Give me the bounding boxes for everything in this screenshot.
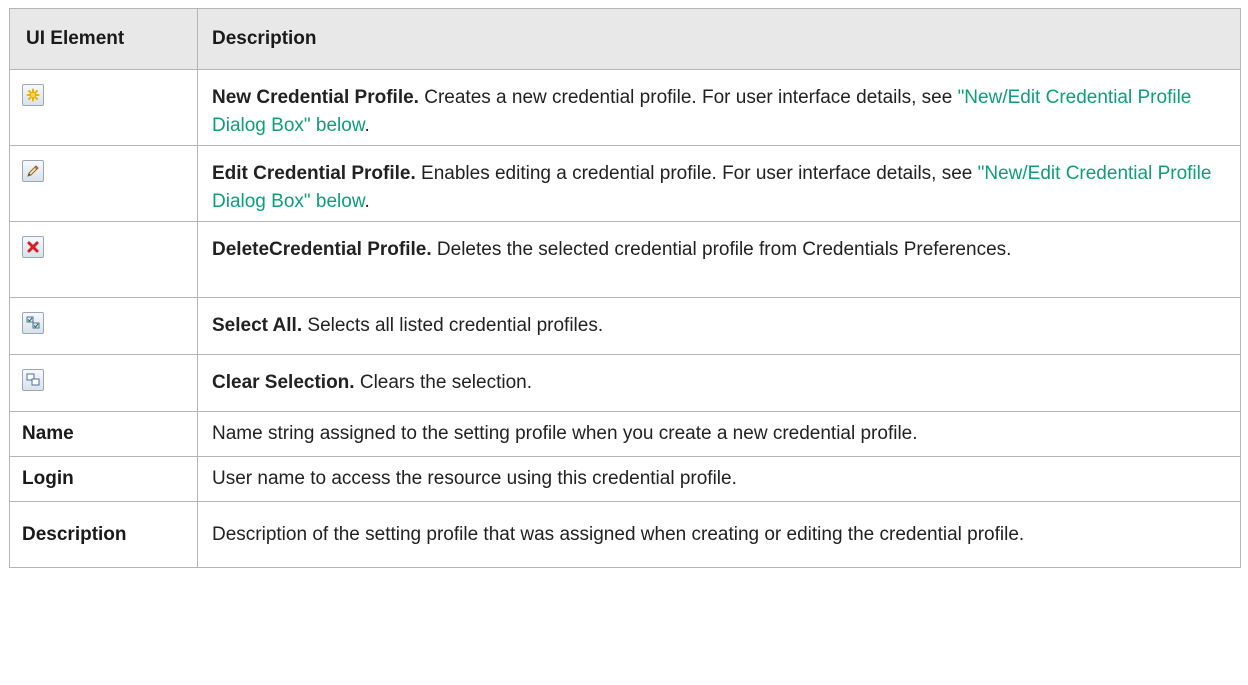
desc-text: Creates a new credential profile. For us… [418, 87, 958, 108]
table-row: Description Description of the setting p… [9, 501, 1241, 568]
desc-title: New Credential Profile. [212, 87, 419, 108]
description-cell: Clear Selection. Clears the selection. [197, 354, 1241, 412]
delete-x-icon [22, 236, 44, 258]
description-cell: DeleteCredential Profile. Deletes the se… [197, 221, 1241, 298]
ui-elements-table: UI Element Description New Credential Pr… [9, 8, 1241, 568]
table-row: Clear Selection. Clears the selection. [9, 354, 1241, 412]
desc-tail: . [364, 115, 370, 136]
clear-selection-icon [22, 369, 44, 391]
description-cell: Edit Credential Profile. Enables editing… [197, 145, 1241, 222]
table-header-row: UI Element Description [9, 8, 1241, 70]
header-ui-element: UI Element [9, 8, 198, 70]
select-all-icon [22, 312, 44, 334]
ui-element-cell [9, 221, 198, 298]
ui-element-login: Login [9, 456, 198, 502]
desc-title: Select All. [212, 315, 303, 336]
table-row: Select All. Selects all listed credentia… [9, 297, 1241, 355]
ui-element-cell [9, 354, 198, 412]
description-cell: New Credential Profile. Creates a new cr… [197, 69, 1241, 146]
table-row: Login User name to access the resource u… [9, 456, 1241, 502]
desc-tail: . [364, 191, 370, 212]
desc-text: Enables editing a credential profile. Fo… [415, 163, 978, 184]
description-cell: Select All. Selects all listed credentia… [197, 297, 1241, 355]
ui-element-description: Description [9, 501, 198, 568]
desc-title: Clear Selection. [212, 372, 355, 393]
table-row: DeleteCredential Profile. Deletes the se… [9, 221, 1241, 298]
description-cell: Name string assigned to the setting prof… [197, 411, 1241, 457]
ui-element-name: Name [9, 411, 198, 457]
description-cell: Description of the setting profile that … [197, 501, 1241, 568]
edit-pencil-icon [22, 160, 44, 182]
desc-text: Clears the selection. [354, 372, 532, 393]
desc-title: DeleteCredential Profile. [212, 239, 432, 260]
ui-element-cell [9, 297, 198, 355]
desc-text: Selects all listed credential profiles. [302, 315, 604, 336]
table-row: New Credential Profile. Creates a new cr… [9, 69, 1241, 146]
description-cell: User name to access the resource using t… [197, 456, 1241, 502]
header-description: Description [197, 8, 1241, 70]
ui-element-cell [9, 69, 198, 146]
desc-title: Edit Credential Profile. [212, 163, 416, 184]
ui-element-cell [9, 145, 198, 222]
desc-text: Deletes the selected credential profile … [431, 239, 1012, 260]
table-row: Name Name string assigned to the setting… [9, 411, 1241, 457]
table-row: Edit Credential Profile. Enables editing… [9, 145, 1241, 222]
new-star-icon [22, 84, 44, 106]
